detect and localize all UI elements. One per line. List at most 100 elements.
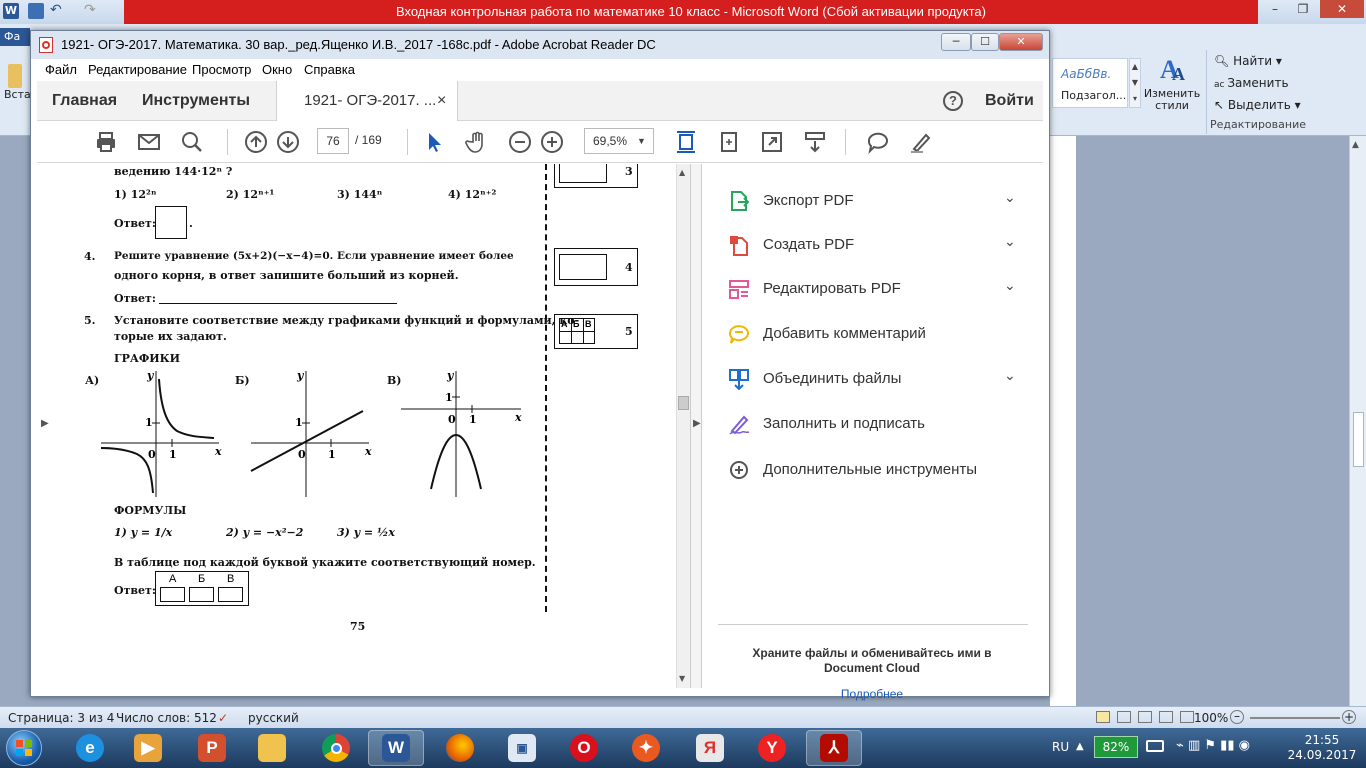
panel-expand-left-icon[interactable]: ▶ bbox=[41, 418, 49, 429]
tray-icons[interactable]: ⌁ ▥ ⚑ ▮▮ ◉ bbox=[1176, 738, 1250, 753]
clock[interactable]: 21:55 24.09.2017 bbox=[1282, 733, 1362, 763]
word-minimize-button[interactable]: – bbox=[1262, 0, 1288, 18]
taskbar-chrome[interactable] bbox=[308, 730, 364, 766]
tool-export-pdf[interactable]: Экспорт PDF ⌄ bbox=[728, 188, 1028, 216]
battery-icon[interactable] bbox=[1146, 740, 1164, 752]
word-file-tab[interactable]: Фа bbox=[0, 28, 30, 46]
status-language[interactable]: русский bbox=[248, 711, 299, 725]
tab-tools[interactable]: Инструменты bbox=[142, 81, 250, 121]
acrobat-menubar: Файл Редактирование Просмотр Окно Справк… bbox=[37, 59, 1043, 81]
formula-2: 2) y = −x²−2 bbox=[226, 526, 304, 539]
outline-icon[interactable] bbox=[1159, 711, 1173, 723]
acrobat-maximize-button[interactable]: ☐ bbox=[971, 33, 999, 51]
paste-icon[interactable] bbox=[8, 64, 22, 88]
style-gallery-scroll[interactable]: ▲ ▼ ▾ bbox=[1129, 58, 1141, 108]
tool-fill-sign[interactable]: Заполнить и подписать bbox=[728, 411, 1028, 439]
style-gallery-item[interactable]: АаБбВв. Подзагол... bbox=[1052, 58, 1128, 108]
draft-icon[interactable] bbox=[1180, 711, 1194, 723]
word-close-button[interactable]: ✕ bbox=[1320, 0, 1364, 18]
undo-icon[interactable]: ↶ bbox=[50, 3, 66, 19]
email-icon[interactable] bbox=[137, 130, 161, 154]
battery-indicator[interactable]: 82% bbox=[1094, 736, 1138, 758]
full-screen-icon[interactable] bbox=[1117, 711, 1131, 723]
tool-create-pdf[interactable]: Создать PDF ⌄ bbox=[728, 232, 1028, 260]
taskbar-word[interactable]: W bbox=[368, 730, 424, 766]
taskbar-powerpoint[interactable]: P bbox=[184, 730, 240, 766]
taskbar-opera[interactable]: O bbox=[556, 730, 612, 766]
taskbar-yandex-browser[interactable]: Y bbox=[744, 730, 800, 766]
menu-window[interactable]: Окно bbox=[262, 62, 292, 77]
scroll-down-icon[interactable]: ▼ bbox=[679, 674, 685, 683]
print-icon[interactable] bbox=[94, 130, 118, 154]
select-cursor-icon[interactable] bbox=[423, 130, 447, 154]
spelling-icon[interactable]: ✓ bbox=[218, 711, 228, 725]
fit-page-icon[interactable] bbox=[674, 130, 698, 154]
comment-icon[interactable] bbox=[866, 130, 890, 155]
next-page-icon[interactable] bbox=[276, 130, 300, 154]
menu-view[interactable]: Просмотр bbox=[192, 62, 251, 77]
save-icon[interactable] bbox=[28, 3, 44, 19]
taskbar-media-player[interactable]: ▶ bbox=[120, 730, 176, 766]
zoom-slider[interactable] bbox=[1250, 717, 1340, 719]
zoom-in-icon[interactable]: + bbox=[1342, 710, 1356, 724]
scroll-mode-icon[interactable] bbox=[803, 130, 827, 154]
taskbar-app2[interactable]: ✦ bbox=[618, 730, 674, 766]
web-layout-icon[interactable] bbox=[1138, 711, 1152, 723]
find-button[interactable]: 🔍︎ Найти ▾ bbox=[1214, 54, 1282, 68]
rotate-icon[interactable] bbox=[717, 130, 741, 154]
status-words[interactable]: Число слов: 512 bbox=[116, 711, 217, 725]
tool-more-tools[interactable]: Дополнительные инструменты bbox=[728, 457, 1028, 485]
signin-button[interactable]: Войти bbox=[985, 81, 1034, 121]
taskbar-firefox[interactable] bbox=[432, 730, 488, 766]
scroll-up-icon[interactable]: ▲ bbox=[1352, 140, 1359, 150]
search-icon[interactable] bbox=[180, 130, 204, 154]
menu-edit[interactable]: Редактирование bbox=[88, 62, 187, 77]
taskbar-ie[interactable]: e bbox=[62, 730, 118, 766]
select-button[interactable]: ↖ Выделить ▾ bbox=[1214, 98, 1301, 112]
acrobat-minimize-button[interactable]: ─ bbox=[941, 33, 971, 51]
word-scroll-thumb[interactable] bbox=[1353, 412, 1364, 467]
zoom-select[interactable]: 69,5% ▼ bbox=[584, 128, 654, 154]
menu-file[interactable]: Файл bbox=[45, 62, 77, 77]
hand-icon[interactable] bbox=[465, 130, 489, 154]
replace-button[interactable]: ac Заменить bbox=[1214, 76, 1289, 90]
document-vertical-scrollbar[interactable]: ▲ ▼ bbox=[676, 164, 690, 688]
acrobat-close-button[interactable]: ✕ bbox=[999, 33, 1043, 51]
change-styles-label[interactable]: Изменить стили bbox=[1142, 88, 1202, 112]
page-number-input[interactable]: 76 bbox=[317, 128, 349, 154]
menu-help[interactable]: Справка bbox=[304, 62, 355, 77]
language-indicator[interactable]: RU bbox=[1052, 740, 1069, 754]
tool-combine-files[interactable]: Объединить файлы ⌄ bbox=[728, 366, 1028, 394]
document-pane[interactable]: ▶ ведению 144·12ⁿ ? 1) 12²ⁿ 2) 12ⁿ⁺¹ 3) … bbox=[37, 164, 676, 688]
tab-close-icon[interactable]: × bbox=[437, 81, 446, 121]
taskbar-acrobat[interactable]: ⅄ bbox=[806, 730, 862, 766]
tools-pane-splitter[interactable]: ▶ bbox=[690, 164, 702, 688]
tool-add-comment[interactable]: Добавить комментарий bbox=[728, 321, 1028, 349]
collapse-pane-icon[interactable]: ▶ bbox=[693, 418, 701, 429]
highlight-pen-icon[interactable] bbox=[909, 130, 933, 154]
start-button[interactable] bbox=[6, 730, 42, 766]
document-scroll-thumb[interactable] bbox=[678, 396, 689, 410]
change-styles-icon[interactable]: AA bbox=[1158, 54, 1188, 84]
tool-edit-pdf[interactable]: Редактировать PDF ⌄ bbox=[728, 276, 1028, 304]
help-icon[interactable]: ? bbox=[943, 91, 963, 111]
taskbar-app[interactable]: ▣ bbox=[494, 730, 550, 766]
fullscreen-icon[interactable] bbox=[760, 130, 784, 154]
taskbar-explorer[interactable] bbox=[244, 730, 300, 766]
tab-home[interactable]: Главная bbox=[52, 81, 117, 121]
cloud-learn-more-link[interactable]: Подробнее bbox=[742, 687, 1002, 701]
redo-icon[interactable]: ↷ bbox=[84, 3, 100, 19]
print-layout-icon[interactable] bbox=[1096, 711, 1110, 723]
tab-document[interactable]: 1921- ОГЭ-2017. ... × bbox=[276, 81, 458, 121]
taskbar-yandex[interactable]: Я bbox=[682, 730, 738, 766]
zoom-out-icon[interactable] bbox=[508, 130, 532, 154]
zoom-out-icon[interactable]: – bbox=[1230, 710, 1244, 724]
tray-expand-icon[interactable]: ▲ bbox=[1076, 741, 1084, 752]
word-vertical-scrollbar[interactable]: ▲ bbox=[1349, 136, 1366, 706]
status-zoom[interactable]: 100% bbox=[1194, 711, 1228, 725]
word-maximize-button[interactable]: ❐ bbox=[1290, 0, 1316, 18]
zoom-in-icon[interactable] bbox=[540, 130, 564, 154]
scroll-up-icon[interactable]: ▲ bbox=[679, 168, 685, 177]
prev-page-icon[interactable] bbox=[244, 130, 268, 154]
status-page[interactable]: Страница: 3 из 4 bbox=[8, 711, 114, 725]
